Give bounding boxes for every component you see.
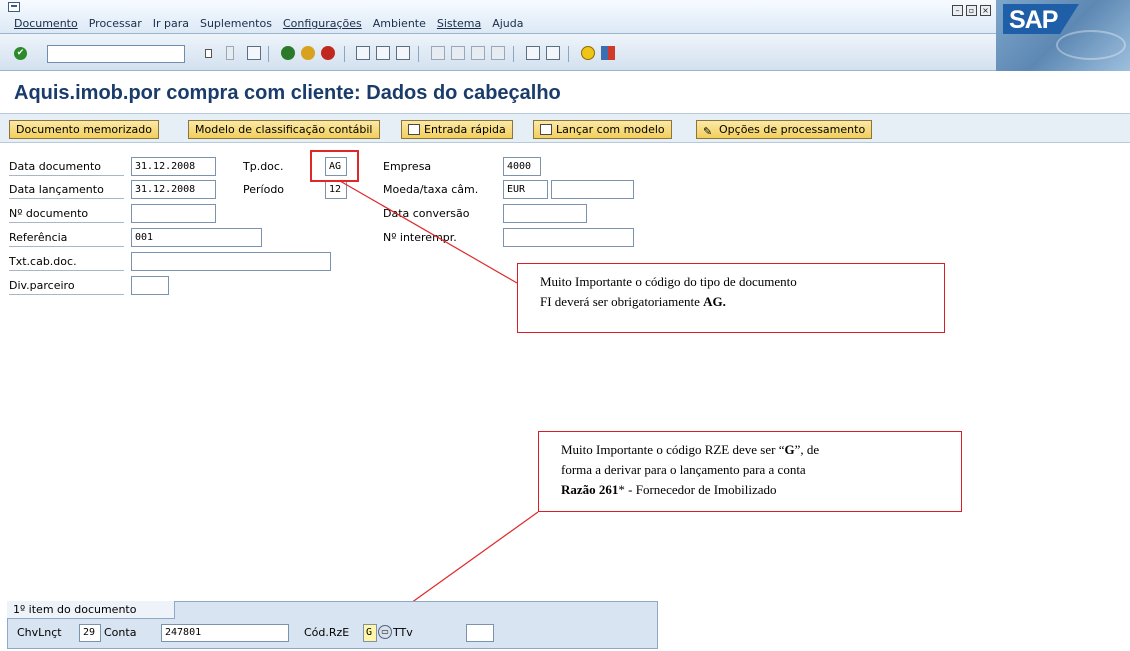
callout-tipo-documento: Muito Importante o código do tipo de doc… — [517, 263, 945, 333]
callout2-line1b: ”, de — [794, 442, 820, 457]
callout2-line2: forma a derivar para o lançamento para a… — [561, 462, 806, 477]
callout2-bold2: Razão 261 — [561, 482, 619, 497]
conta-input[interactable]: 247801 — [161, 624, 289, 642]
callout1-bold: AG. — [703, 294, 726, 309]
callout-codigo-rze: Muito Importante o código RZE deve ser “… — [538, 431, 962, 512]
search-help-icon[interactable]: ▭ — [378, 625, 392, 639]
callout2-bold1: G — [784, 442, 795, 457]
ttv-input[interactable] — [466, 624, 494, 642]
callout2-line3-text: * - Fornecedor de Imobilizado — [618, 482, 777, 497]
callout2-line3: Razão 261* - Fornecedor de Imobilizado — [561, 480, 949, 500]
conta-label: Conta — [104, 626, 137, 639]
callout-line-1 — [339, 180, 518, 284]
callout2-line1: Muito Importante o código RZE deve ser “… — [561, 440, 949, 460]
callout2-line1a: Muito Importante o código RZE deve ser “ — [561, 442, 785, 457]
first-item-tab: 1º item do documento — [7, 601, 175, 619]
chvlnct-input[interactable]: 29 — [79, 624, 101, 642]
codrze-label: Cód.RzE — [304, 626, 350, 639]
chvlnct-label: ChvLnçt — [17, 626, 62, 639]
ttv-label: TTv — [393, 626, 413, 639]
callout1-line2: FI deverá ser obrigatoriamente AG. — [540, 292, 932, 312]
callout1-line1: Muito Importante o código do tipo de doc… — [540, 274, 797, 289]
codrze-input[interactable]: G — [363, 624, 377, 642]
callout1-line2-text: FI deverá ser obrigatoriamente — [540, 294, 704, 309]
